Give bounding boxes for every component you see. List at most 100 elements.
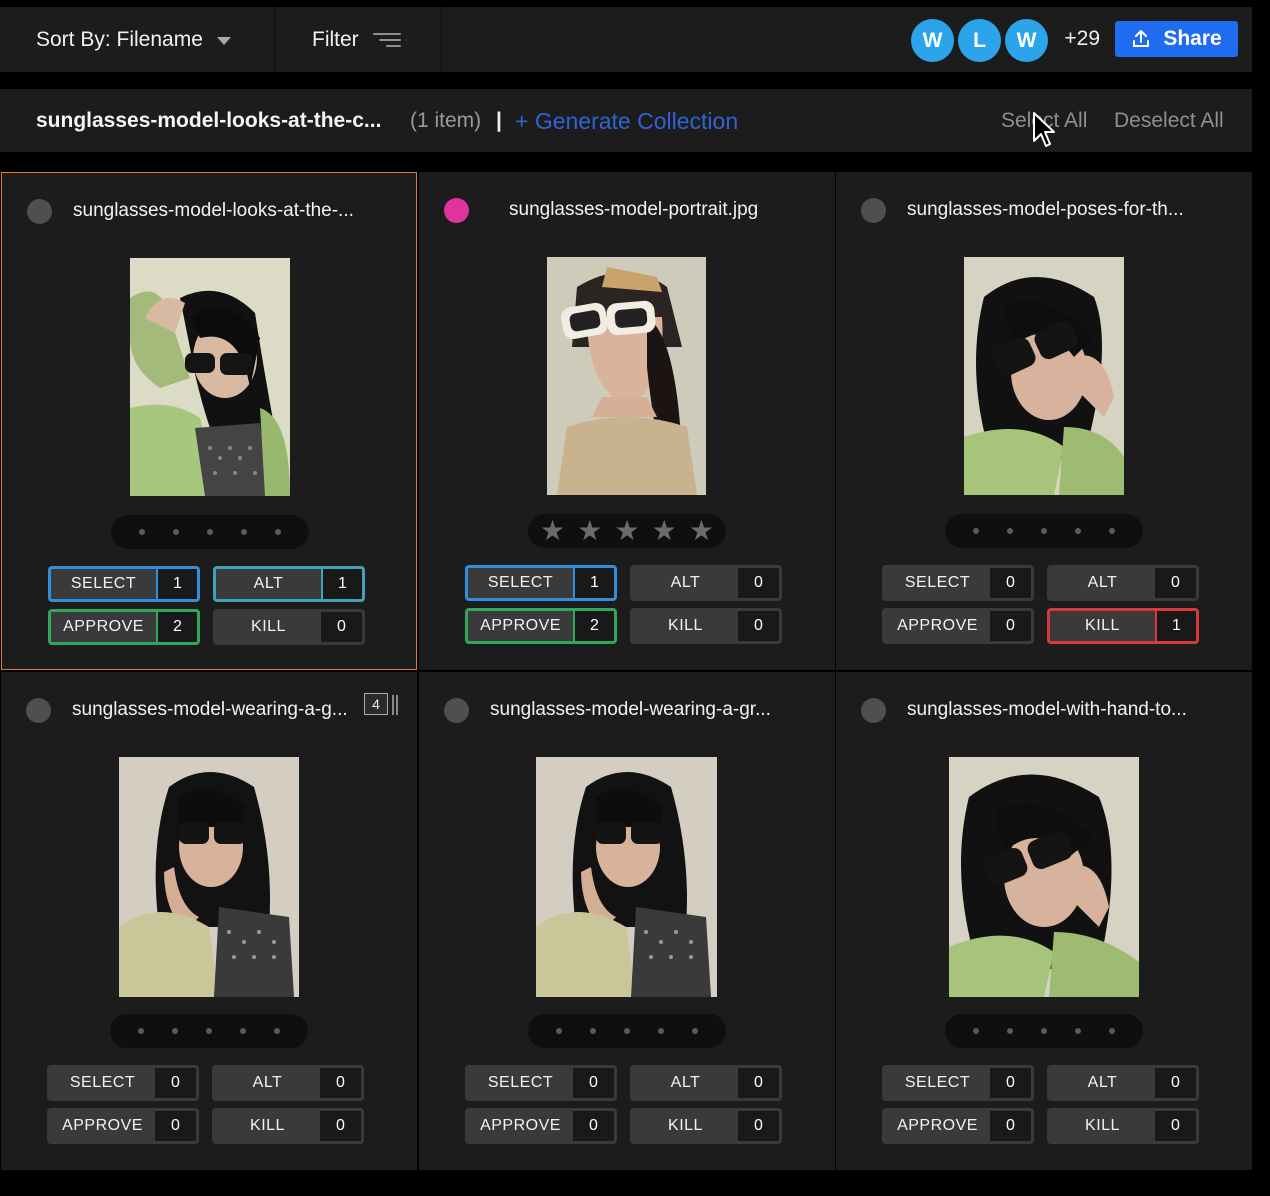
asset-card[interactable]: sunglasses-model-wearing-a-g... 4 SELECT…	[1, 672, 417, 1170]
rating-dot[interactable]	[590, 1028, 596, 1034]
avatar[interactable]: W	[911, 19, 954, 62]
alt-vote-button[interactable]: ALT 0	[1047, 1065, 1199, 1101]
select-vote-button[interactable]: SELECT 1	[48, 566, 200, 602]
star-icon[interactable]: ★	[614, 517, 639, 545]
vote-count: 0	[321, 612, 362, 642]
avatar[interactable]: L	[958, 19, 1001, 62]
rating-dot[interactable]	[1109, 528, 1115, 534]
approve-vote-button[interactable]: APPROVE 0	[47, 1108, 199, 1144]
approve-vote-button[interactable]: APPROVE 0	[882, 1108, 1034, 1144]
rating-dot[interactable]	[173, 529, 179, 535]
card-select-radio[interactable]	[444, 698, 469, 723]
rating-dot[interactable]	[692, 1028, 698, 1034]
asset-card[interactable]: sunglasses-model-portrait.jpg ★ ★ ★ ★ ★ SELE…	[419, 172, 835, 670]
avatar[interactable]: W	[1005, 19, 1048, 62]
alt-vote-button[interactable]: ALT 0	[630, 565, 782, 601]
card-select-radio[interactable]	[444, 198, 469, 223]
vote-label: ALT	[252, 1074, 283, 1091]
rating-dot[interactable]	[274, 1028, 280, 1034]
rating-dot[interactable]	[1007, 528, 1013, 534]
rating-dot[interactable]	[658, 1028, 664, 1034]
rating-dot[interactable]	[973, 1028, 979, 1034]
asset-card[interactable]: sunglasses-model-poses-for-th... SELECT …	[836, 172, 1252, 670]
select-vote-button[interactable]: SELECT 1	[465, 565, 617, 601]
kill-vote-button[interactable]: KILL 1	[1047, 608, 1199, 644]
sort-dropdown[interactable]: Sort By: Filename	[0, 7, 275, 72]
photo-thumbnail[interactable]	[119, 757, 299, 997]
photo-thumbnail[interactable]	[964, 257, 1124, 495]
photo-thumbnail[interactable]	[536, 757, 717, 997]
vote-label: ALT	[1087, 574, 1118, 591]
photo-thumbnail[interactable]	[130, 258, 290, 496]
asset-card[interactable]: sunglasses-model-wearing-a-gr... SELECT …	[419, 672, 835, 1170]
star-rating[interactable]	[528, 1014, 726, 1048]
photo-thumbnail[interactable]	[547, 257, 706, 495]
card-select-radio[interactable]	[861, 698, 886, 723]
approve-vote-button[interactable]: APPROVE 0	[882, 608, 1034, 644]
star-icon[interactable]: ★	[689, 517, 714, 545]
generate-collection-link[interactable]: + Generate Collection	[515, 108, 738, 135]
vote-count: 0	[738, 568, 779, 598]
card-select-radio[interactable]	[26, 698, 51, 723]
kill-vote-button[interactable]: KILL 0	[212, 1108, 364, 1144]
vote-count: 0	[155, 1111, 196, 1141]
vote-label: SELECT	[904, 574, 971, 591]
vote-count: 0	[990, 1111, 1031, 1141]
approve-vote-button[interactable]: APPROVE 2	[48, 609, 200, 645]
rating-dot[interactable]	[241, 529, 247, 535]
rating-dot[interactable]	[207, 529, 213, 535]
rating-dot[interactable]	[206, 1028, 212, 1034]
rating-dot[interactable]	[1075, 1028, 1081, 1034]
star-rating[interactable]	[110, 1014, 308, 1048]
alt-vote-button[interactable]: ALT 0	[1047, 565, 1199, 601]
rating-dot[interactable]	[275, 529, 281, 535]
share-button[interactable]: Share	[1115, 21, 1238, 57]
alt-vote-button[interactable]: ALT 1	[213, 566, 365, 602]
approve-vote-button[interactable]: APPROVE 2	[465, 608, 617, 644]
rating-dot[interactable]	[139, 529, 145, 535]
photo-thumbnail[interactable]	[949, 757, 1139, 997]
star-rating[interactable]: ★ ★ ★ ★ ★	[528, 514, 726, 548]
rating-dot[interactable]	[1041, 528, 1047, 534]
rating-dot[interactable]	[973, 528, 979, 534]
rating-dot[interactable]	[240, 1028, 246, 1034]
kill-vote-button[interactable]: KILL 0	[630, 608, 782, 644]
vote-label: KILL	[1085, 1117, 1120, 1134]
rating-dot[interactable]	[1109, 1028, 1115, 1034]
select-vote-button[interactable]: SELECT 0	[882, 1065, 1034, 1101]
vote-label: SELECT	[70, 575, 137, 592]
vote-label: KILL	[668, 617, 703, 634]
select-vote-button[interactable]: SELECT 0	[465, 1065, 617, 1101]
kill-vote-button[interactable]: KILL 0	[213, 609, 365, 645]
kill-vote-button[interactable]: KILL 0	[1047, 1108, 1199, 1144]
vote-count: 0	[990, 1068, 1031, 1098]
star-rating[interactable]	[111, 515, 309, 549]
rating-dot[interactable]	[624, 1028, 630, 1034]
select-vote-button[interactable]: SELECT 0	[882, 565, 1034, 601]
kill-vote-button[interactable]: KILL 0	[630, 1108, 782, 1144]
more-collaborators-count[interactable]: +29	[1064, 27, 1100, 51]
rating-dot[interactable]	[556, 1028, 562, 1034]
alt-vote-button[interactable]: ALT 0	[630, 1065, 782, 1101]
star-icon[interactable]: ★	[577, 517, 602, 545]
select-vote-button[interactable]: SELECT 0	[47, 1065, 199, 1101]
rating-dot[interactable]	[172, 1028, 178, 1034]
star-icon[interactable]: ★	[652, 517, 677, 545]
deselect-all-link[interactable]: Deselect All	[1114, 109, 1224, 133]
vote-count: 0	[738, 1068, 779, 1098]
star-rating[interactable]	[945, 1014, 1143, 1048]
card-select-radio[interactable]	[861, 198, 886, 223]
approve-vote-button[interactable]: APPROVE 0	[465, 1108, 617, 1144]
vote-label: KILL	[250, 1117, 285, 1134]
rating-dot[interactable]	[1075, 528, 1081, 534]
rating-dot[interactable]	[1041, 1028, 1047, 1034]
card-select-radio[interactable]	[27, 199, 52, 224]
star-icon[interactable]: ★	[540, 517, 565, 545]
asset-card[interactable]: sunglasses-model-looks-at-the-... SELECT…	[1, 172, 417, 670]
rating-dot[interactable]	[1007, 1028, 1013, 1034]
rating-dot[interactable]	[138, 1028, 144, 1034]
asset-card[interactable]: sunglasses-model-with-hand-to... SELECT …	[836, 672, 1252, 1170]
alt-vote-button[interactable]: ALT 0	[212, 1065, 364, 1101]
filter-button[interactable]: Filter	[276, 7, 442, 72]
star-rating[interactable]	[945, 514, 1143, 548]
